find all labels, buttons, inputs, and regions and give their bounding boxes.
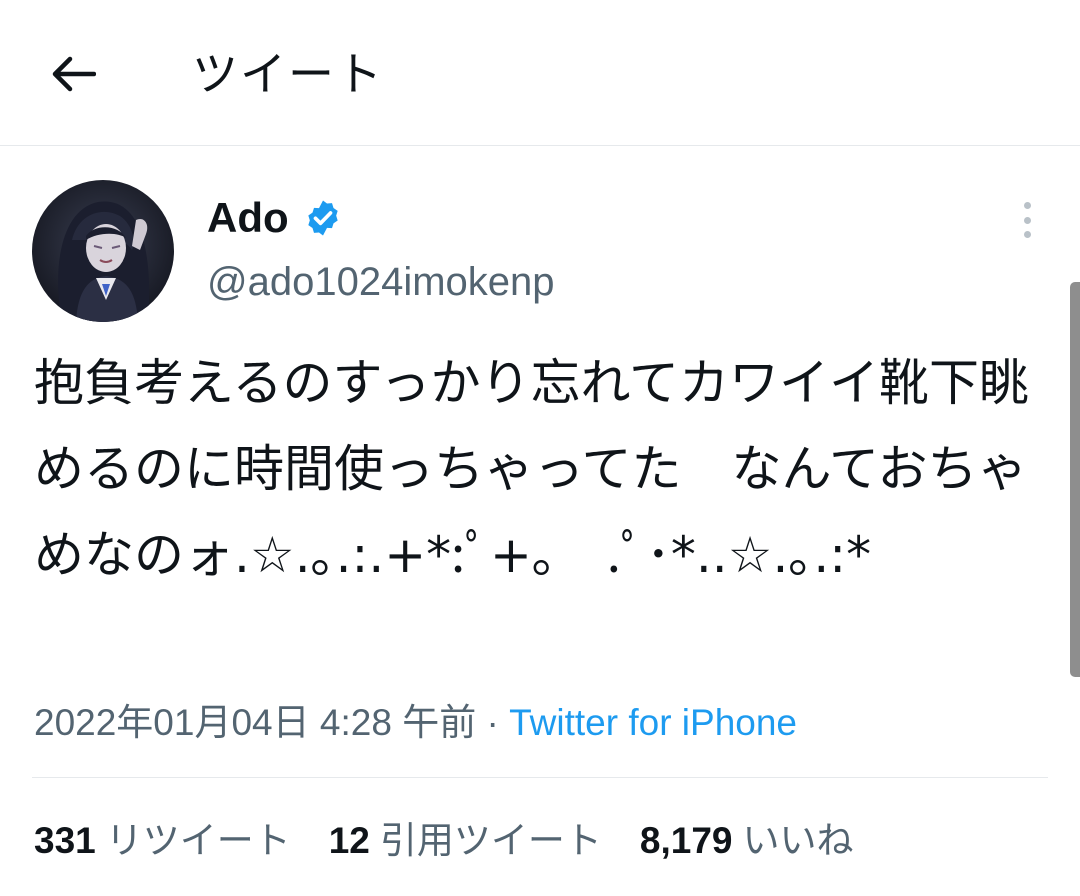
retweets-stat[interactable]: 331 リツイート: [34, 810, 291, 864]
author-display-name[interactable]: Ado: [207, 194, 289, 242]
divider: [32, 777, 1048, 778]
tweet-metadata: 2022年01月04日 4:28 午前 · Twitter for iPhone: [34, 692, 797, 746]
top-app-bar: ツイート: [0, 0, 1080, 146]
tweet-text: 抱負考えるのすっかり忘れてカワイイ靴下眺めるのに時間使っちゃってた なんておちゃ…: [34, 354, 1029, 584]
author-handle[interactable]: @ado1024imokenp: [207, 260, 555, 305]
more-dots-icon: [1023, 202, 1031, 209]
quotes-stat[interactable]: 12 引用ツイート: [329, 810, 602, 864]
avatar-image: [32, 180, 174, 322]
meta-separator: ·: [486, 702, 499, 743]
tweet-source-link[interactable]: Twitter for iPhone: [509, 702, 797, 743]
quotes-count: 12: [328, 820, 370, 861]
avatar[interactable]: [32, 180, 174, 322]
back-button[interactable]: [44, 48, 104, 100]
arrow-left-icon: [52, 56, 96, 92]
verified-badge-icon: [303, 198, 343, 238]
retweets-label: リツイート: [105, 819, 291, 862]
tweet-timestamp[interactable]: 2022年01月04日 4:28 午前: [34, 702, 476, 743]
more-options-button[interactable]: [1010, 198, 1044, 242]
page-title: ツイート: [192, 47, 384, 101]
likes-count: 8,179: [639, 820, 733, 861]
likes-stat[interactable]: 8,179 いいね: [640, 810, 854, 864]
scrollbar[interactable]: [1070, 282, 1080, 677]
likes-label: いいね: [742, 819, 854, 862]
retweets-count: 331: [34, 820, 96, 861]
quotes-label: 引用ツイート: [379, 819, 602, 862]
author-name-row[interactable]: Ado: [207, 190, 343, 246]
tweet-stats: 331 リツイート 12 引用ツイート 8,179 いいね: [34, 810, 891, 864]
